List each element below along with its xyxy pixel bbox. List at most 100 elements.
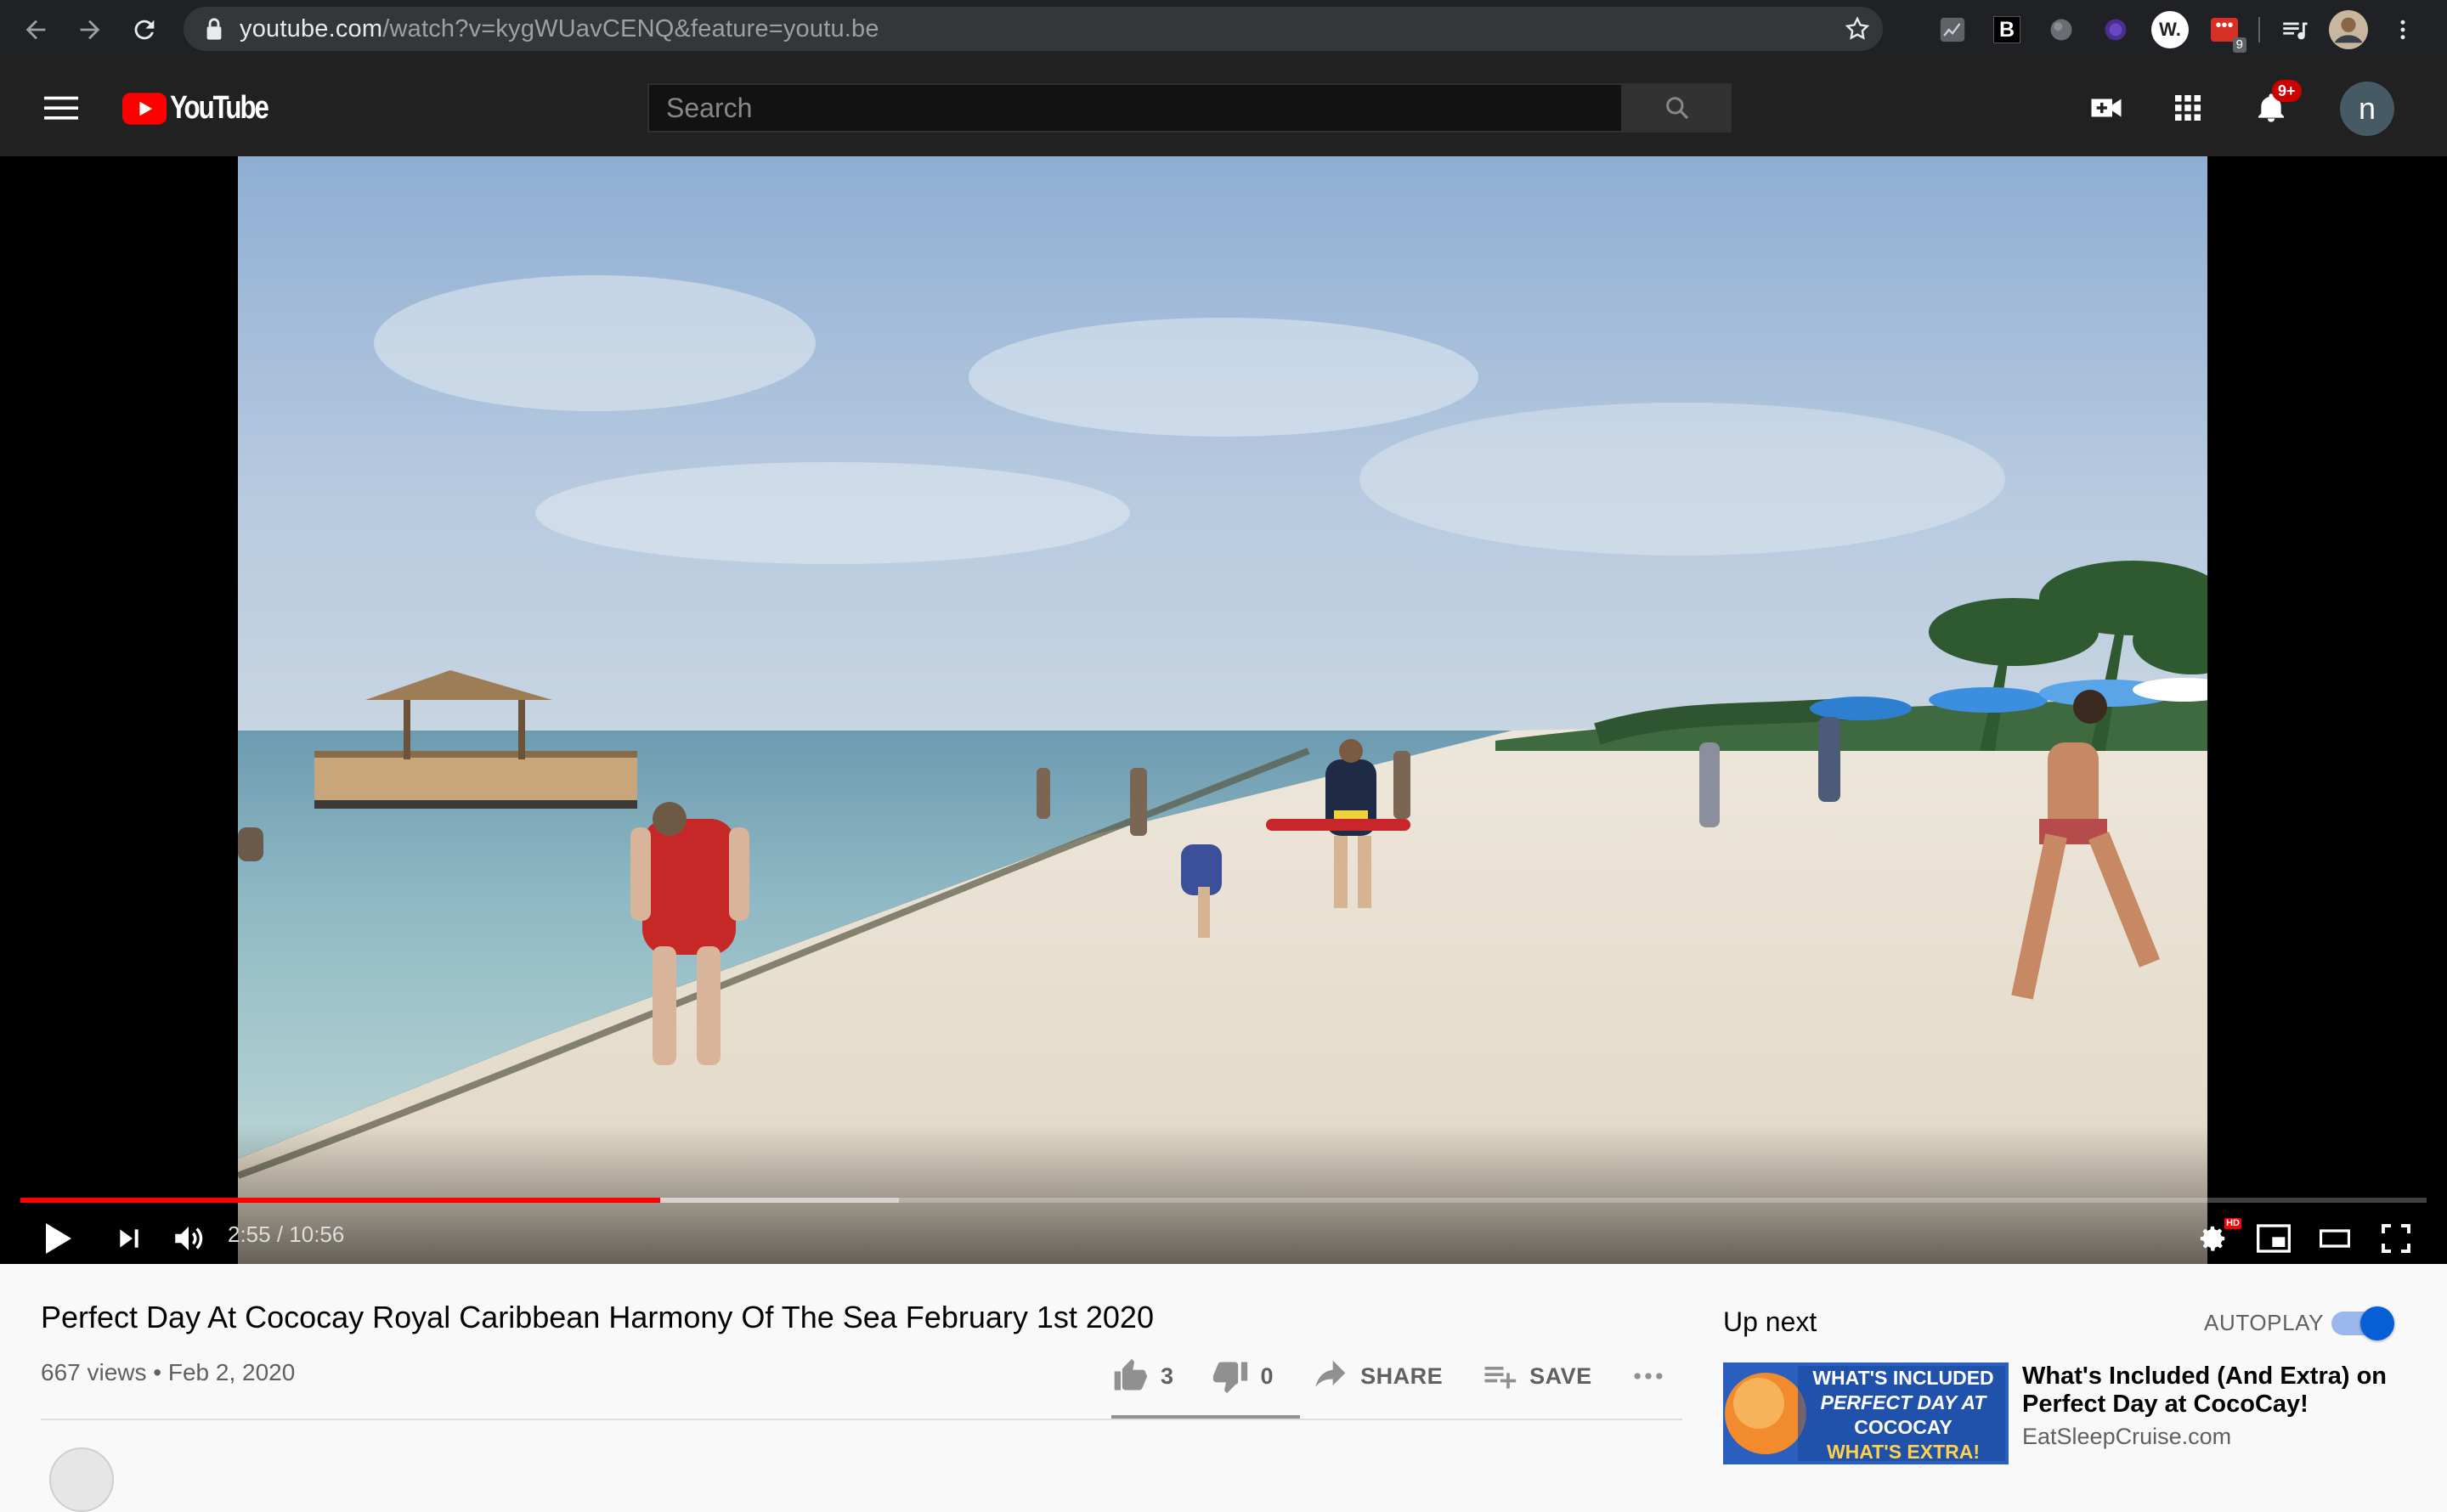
theater-mode-button[interactable] [2311,1215,2359,1262]
save-button[interactable]: SAVE [1480,1349,1592,1403]
address-bar[interactable]: youtube.com/watch?v=kygWUavCENQ&feature=… [184,7,1883,51]
apps-grid-icon [2175,95,2201,121]
logo-text: YouTube [170,90,269,126]
hd-badge: HD [2224,1218,2241,1229]
extension-w[interactable]: W. [2143,0,2197,59]
apps-button[interactable] [2168,88,2207,127]
extension-purple[interactable] [2088,0,2143,59]
theater-mode-icon [2320,1229,2350,1248]
forward-button[interactable] [63,0,117,59]
play-icon [46,1223,71,1254]
next-button[interactable] [105,1215,153,1262]
notifications-button[interactable]: 9+ [2252,80,2302,127]
create-video-button[interactable] [2087,88,2126,127]
playlist-add-icon [1484,1367,1517,1389]
controls-gradient [0,1125,2447,1264]
hamburger-menu-icon[interactable] [44,93,78,122]
arrow-left-icon [25,20,46,40]
up-next-thumbnail[interactable]: WHAT'S INCLUDED PERFECT DAY AT COCOCAY W… [1723,1362,2009,1464]
video-frame[interactable] [238,156,2207,1264]
volume-icon [175,1227,203,1250]
settings-button[interactable]: HD [2189,1215,2241,1262]
youtube-header: YouTube 9+ n [0,59,2447,156]
extension-gray-dot[interactable] [2034,0,2088,59]
youtube-logo[interactable]: YouTube [122,90,289,127]
video-views-date: 667 views • Feb 2, 2020 [41,1359,296,1385]
video-player[interactable]: 2:55 / 10:56 HD [0,156,2447,1264]
channel-avatar[interactable] [49,1447,114,1512]
search-icon [1666,97,1689,120]
thumbnail-text-line-4: WHAT'S EXTRA! [1826,1441,1981,1463]
more-actions-button[interactable] [1630,1349,1679,1403]
fullscreen-icon [2382,1224,2410,1253]
share-arrow-icon [1315,1360,1346,1387]
up-next-video-title[interactable]: What's Included (And Extra) on Perfect D… [2022,1362,2413,1419]
video-actions: 3 0 SHARE SAVE [1111,1349,1716,1403]
thumbnail-text-line-3: COCOCAY [1854,1416,1953,1438]
extension-badge-count: 9 [2232,37,2246,53]
autoplay-toggle[interactable] [2331,1306,2394,1340]
video-camera-plus-icon [2091,99,2122,117]
profile-avatar-button[interactable] [2321,0,2376,59]
url-host: youtube.com [240,14,383,42]
up-next-heading: Up next [1723,1306,1817,1337]
save-label: SAVE [1529,1362,1592,1389]
like-count: 3 [1161,1362,1174,1389]
browser-menu-button[interactable] [2376,0,2430,59]
profile-photo-icon [2329,10,2368,49]
avatar-letter: n [2358,91,2376,126]
url-path: /watch?v=kygWUavCENQ&feature=youtu.be [382,14,879,42]
chart-extension-icon [1940,17,1965,42]
extension-red[interactable]: ••• 9 [2197,0,2252,59]
dislike-count: 0 [1260,1362,1274,1389]
share-label: SHARE [1360,1362,1444,1389]
skip-next-icon [120,1229,138,1248]
search-button[interactable] [1623,83,1732,133]
b-extension-label: B [1998,17,2015,42]
share-button[interactable]: SHARE [1311,1349,1443,1403]
miniplayer-icon [2257,1224,2291,1253]
search-input[interactable] [649,92,1621,124]
thumbnail-caption: WHAT'S INCLUDED PERFECT DAY AT COCOCAY W… [1800,1366,2007,1464]
extension-b[interactable]: B [1980,0,2034,59]
info-divider [41,1419,1682,1420]
back-button[interactable] [8,0,63,59]
purple-circle-extension-icon [2105,19,2127,41]
account-avatar[interactable]: n [2340,82,2394,136]
notification-count-badge: 9+ [2272,80,2302,102]
bookmark-star-icon[interactable] [1844,15,1871,42]
youtube-play-logo-icon [122,92,167,125]
w-extension-label: W. [2159,19,2181,40]
extensions-area: B W. ••• 9 [1925,0,2430,59]
w-extension-icon: W. [2151,11,2189,48]
toolbar-divider [2258,17,2260,42]
arrow-right-icon [80,20,100,40]
media-control-button[interactable] [2267,0,2321,59]
thumbnail-text-line-1: WHAT'S INCLUDED [1812,1367,1994,1389]
reload-icon [134,20,155,40]
thumbs-up-icon [1114,1358,1148,1391]
search-box [647,83,1623,133]
browser-toolbar: youtube.com/watch?v=kygWUavCENQ&feature=… [0,0,2447,59]
up-next-channel-name[interactable]: EatSleepCruise.com [2022,1424,2231,1450]
more-vertical-icon [2400,20,2405,40]
miniplayer-button[interactable] [2250,1215,2297,1262]
gray-circle-extension-icon [2050,19,2072,41]
beach-scene-video-image [238,156,2207,1264]
thumbnail-text-line-2: PERFECT DAY AT [1820,1391,1986,1413]
time-display: 2:55 / 10:56 [228,1221,345,1247]
mute-button[interactable] [165,1215,212,1262]
thumbs-down-icon [1212,1362,1247,1394]
dislike-button[interactable]: 0 [1212,1349,1274,1403]
play-button[interactable] [34,1215,82,1262]
seek-bar[interactable] [20,1198,2427,1203]
extension-chart[interactable] [1925,0,1980,59]
more-horizontal-icon [1634,1373,1663,1379]
like-button[interactable]: 3 [1111,1349,1174,1403]
seek-bar-played [20,1198,661,1203]
reload-button[interactable] [117,0,172,59]
video-title: Perfect Day At Cococay Royal Caribbean H… [41,1300,1154,1334]
lock-icon [206,18,222,40]
fullscreen-button[interactable] [2372,1215,2420,1262]
url-text: youtube.com/watch?v=kygWUavCENQ&feature=… [240,15,879,43]
